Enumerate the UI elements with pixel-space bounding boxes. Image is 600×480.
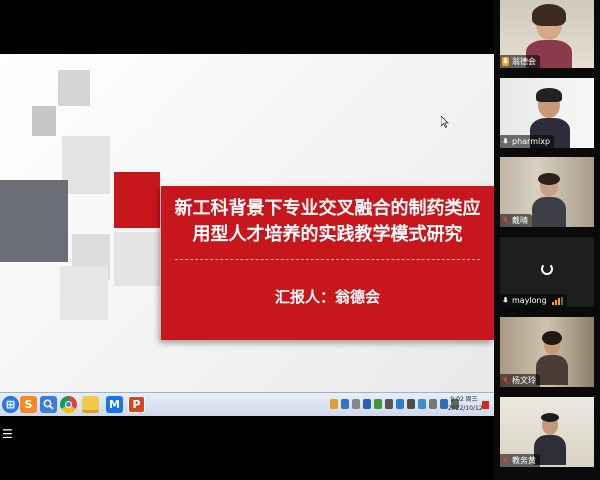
tencent-meeting-icon[interactable]: M (106, 396, 123, 413)
loading-spinner-icon (541, 263, 553, 275)
decor-square (32, 106, 56, 136)
decor-square (0, 180, 68, 262)
participant-panel: 翁德会 pharmlxp 戴晴 maylong 杨文玲 教务黄 (494, 0, 600, 480)
tray-icon[interactable] (396, 399, 404, 409)
slide-title: 新工科背景下专业交叉融合的制药类应 用型人才培养的实践教学模式研究 (174, 198, 481, 245)
divider (175, 259, 480, 260)
file-explorer-icon[interactable] (82, 396, 99, 413)
participant-nameplate: 教务黄 (500, 454, 540, 467)
participant-tile[interactable]: 戴晴 (500, 157, 594, 227)
participant-name: pharmlxp (512, 137, 551, 146)
chrome-icon[interactable] (60, 396, 77, 413)
menu-icon[interactable]: ☰ (0, 426, 14, 442)
tray-icon[interactable] (330, 399, 338, 409)
microphone-icon (502, 296, 509, 305)
participant-name: 杨文玲 (512, 376, 536, 385)
sogou-input-icon[interactable]: S (20, 396, 37, 413)
participant-tile[interactable]: 杨文玲 (500, 317, 594, 387)
magnifier-icon[interactable] (40, 396, 57, 413)
decor-square (58, 70, 90, 106)
clock-date: 2022/10/12 (448, 405, 483, 412)
participant-name: 教务黄 (512, 456, 536, 465)
reporter-name: 汇报人：翁德会 (274, 288, 380, 306)
tray-icon[interactable] (385, 399, 393, 409)
participant-nameplate: 翁德会 (500, 55, 540, 68)
participant-tile[interactable]: pharmlxp (500, 78, 594, 148)
tray-icon[interactable] (363, 399, 371, 409)
taskbar-clock[interactable]: 9:02 周三 2022/10/12 (448, 395, 483, 413)
participant-name: 翁德会 (512, 57, 536, 66)
clock-time: 9:02 周三 (450, 396, 478, 403)
mouse-cursor-icon (441, 116, 449, 128)
decor-square (60, 266, 108, 320)
tray-icon[interactable] (418, 399, 426, 409)
participant-nameplate: maylong (500, 294, 567, 307)
participant-nameplate: 戴晴 (500, 214, 532, 227)
microphone-muted-icon (502, 456, 509, 465)
microphone-icon (502, 137, 509, 146)
tray-icon[interactable] (407, 399, 415, 409)
participant-tile[interactable]: maylong (500, 237, 594, 307)
presentation-slide: 新工科背景下专业交叉融合的制药类应 用型人才培养的实践教学模式研究 汇报人：翁德… (0, 54, 494, 392)
microphone-muted-icon (502, 376, 509, 385)
start-orb-icon[interactable]: ⊞ (2, 396, 19, 413)
signal-strength-icon (551, 296, 563, 305)
decor-square (114, 232, 160, 286)
participant-name: 戴晴 (512, 216, 528, 225)
windows-taskbar: ⊞ S M P 9:02 周三 2022/10/12 (0, 392, 494, 416)
shared-screen: 新工科背景下专业交叉融合的制药类应 用型人才培养的实践教学模式研究 汇报人：翁德… (0, 0, 494, 480)
tray-icon[interactable] (341, 399, 349, 409)
tray-icon[interactable] (352, 399, 360, 409)
tray-icon[interactable] (429, 399, 437, 409)
tray-icon[interactable] (440, 399, 448, 409)
participant-tile[interactable]: 翁德会 (500, 0, 594, 68)
microphone-muted-icon (502, 216, 509, 225)
tray-icon[interactable] (374, 399, 382, 409)
action-center-flag-icon[interactable] (482, 401, 489, 409)
participant-nameplate: pharmlxp (500, 135, 555, 148)
microphone-icon (502, 57, 509, 66)
decor-square (114, 172, 160, 228)
participant-tile[interactable]: 教务黄 (500, 397, 594, 467)
decor-square (62, 136, 110, 194)
powerpoint-icon[interactable]: P (128, 396, 145, 413)
participant-nameplate: 杨文玲 (500, 374, 540, 387)
participant-name: maylong (512, 296, 547, 305)
system-tray (330, 399, 459, 411)
title-banner: 新工科背景下专业交叉融合的制药类应 用型人才培养的实践教学模式研究 汇报人：翁德… (161, 186, 494, 340)
